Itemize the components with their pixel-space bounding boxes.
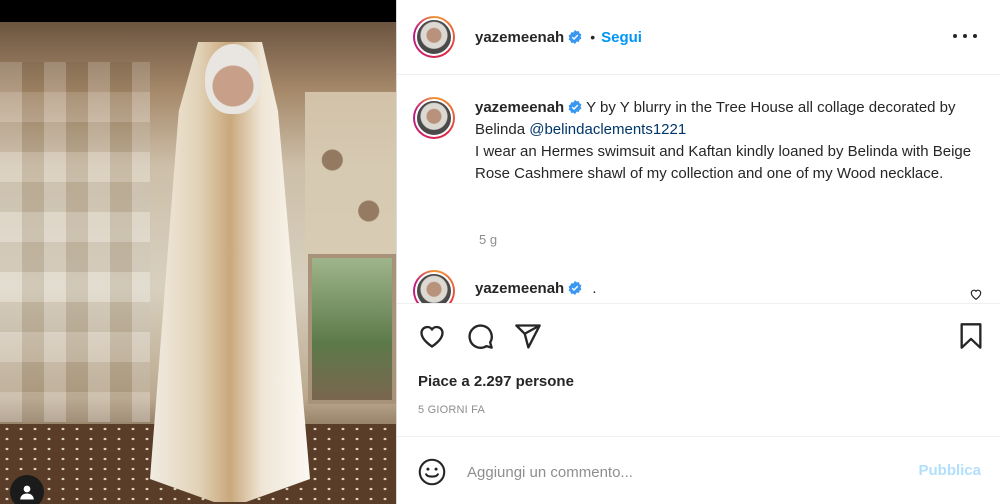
separator-dot: • bbox=[590, 29, 596, 45]
comment-body: . bbox=[592, 280, 597, 297]
post-username[interactable]: yazemeenah bbox=[475, 29, 564, 46]
comments-section: yazemeenah Y by Y blurry in the Tree Hou… bbox=[397, 75, 1000, 303]
publish-button[interactable]: Pubblica bbox=[918, 462, 981, 479]
posted-ago[interactable]: 5 GIORNI FA bbox=[418, 404, 485, 416]
post-actions bbox=[397, 303, 1000, 364]
caption-time[interactable]: 5 g bbox=[479, 232, 497, 247]
verified-badge-icon bbox=[568, 30, 582, 44]
tagged-users-button[interactable] bbox=[10, 475, 44, 504]
photo-window bbox=[308, 254, 396, 404]
photo-head bbox=[205, 44, 261, 114]
post-side-panel: yazemeenah • Segui yazemeenah Y by Y blu… bbox=[396, 0, 1000, 504]
caption-text: yazemeenah Y by Y blurry in the Tree Hou… bbox=[475, 97, 975, 185]
post-header: yazemeenah • Segui bbox=[397, 0, 1000, 75]
share-icon[interactable] bbox=[514, 322, 542, 350]
likes-count[interactable]: Piace a 2.297 persone bbox=[418, 373, 574, 390]
more-options-icon[interactable] bbox=[953, 26, 977, 46]
comment-like-heart-icon[interactable] bbox=[969, 287, 983, 301]
heart-icon[interactable] bbox=[418, 322, 446, 350]
comment-input[interactable] bbox=[465, 457, 889, 487]
comment-avatar[interactable] bbox=[413, 270, 455, 303]
post-photo[interactable] bbox=[0, 22, 396, 504]
caption-body-continued: I wear an Hermes swimsuit and Kaftan kin… bbox=[475, 143, 972, 182]
caption-username[interactable]: yazemeenah bbox=[475, 99, 564, 116]
emoji-icon[interactable] bbox=[418, 458, 446, 486]
bookmark-icon[interactable] bbox=[957, 322, 985, 350]
caption-mention-link[interactable]: @belindaclements1221 bbox=[529, 121, 686, 138]
avatar[interactable] bbox=[413, 16, 455, 58]
follow-button[interactable]: Segui bbox=[601, 29, 642, 46]
verified-badge-icon bbox=[568, 281, 582, 295]
verified-badge-icon bbox=[568, 100, 582, 114]
add-comment-bar: Pubblica bbox=[397, 436, 1000, 504]
caption-avatar[interactable] bbox=[413, 97, 455, 139]
caption: yazemeenah Y by Y blurry in the Tree Hou… bbox=[413, 97, 983, 185]
comment-text: yazemeenah . bbox=[475, 278, 597, 300]
photo-wall-right bbox=[305, 92, 396, 262]
comment-item: yazemeenah . bbox=[413, 270, 597, 303]
user-icon bbox=[20, 485, 34, 500]
comment-icon[interactable] bbox=[466, 322, 494, 350]
photo-wall-left bbox=[0, 62, 150, 422]
comment-username[interactable]: yazemeenah bbox=[475, 280, 564, 297]
